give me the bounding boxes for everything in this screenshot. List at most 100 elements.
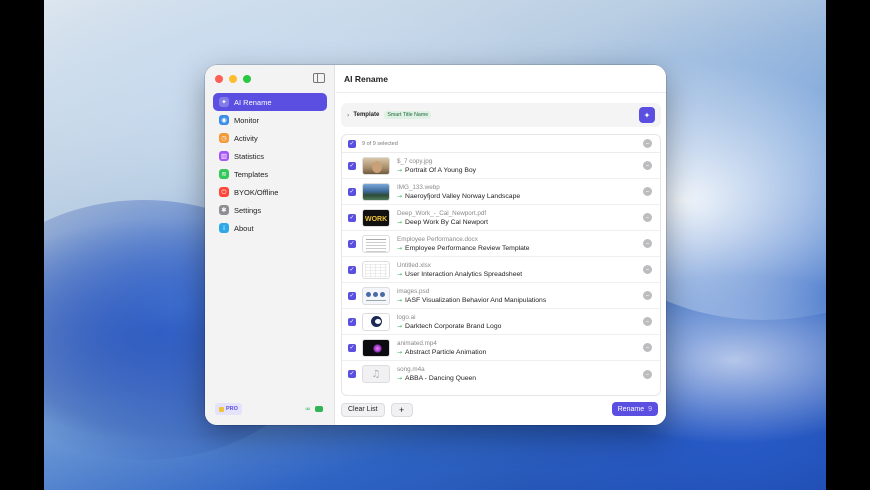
new-filename-label: Deep Work By Cal Newport xyxy=(405,218,489,226)
file-names: Deep_Work_-_Cal_Newport.pdf → Deep Work By… xyxy=(397,210,488,226)
row-checkbox[interactable]: ✓ xyxy=(348,161,356,170)
sidebar-item-settings[interactable]: ✱ Settings xyxy=(213,201,327,219)
sidebar: ✦ AI Rename ◉ Monitor ◷ Activity ▥ Statistics ≋ T… xyxy=(205,65,335,425)
sidebar-item-byok-offline[interactable]: ⏻ BYOK/Offline xyxy=(213,183,327,201)
remove-row-icon[interactable]: – xyxy=(643,291,652,300)
list-item[interactable]: ✓ ♫ song.m4a → ABBA - Dancing Queen – xyxy=(342,361,660,387)
remove-row-icon[interactable]: – xyxy=(643,343,652,352)
sidebar-item-templates[interactable]: ≋ Templates xyxy=(213,165,327,183)
pro-badge-label: PRO xyxy=(226,406,238,412)
file-names: IMG_133.webp → Naeroyfjord Valley Norway L… xyxy=(397,184,520,200)
file-names: images.psd → IASF Visualization Behavior A… xyxy=(397,288,546,304)
list-item[interactable]: ✓ logo.ai → Darktech Corporate Brand Logo – xyxy=(342,309,660,335)
sidebar-toggle-icon[interactable] xyxy=(313,73,325,83)
arrow-right-icon: → xyxy=(397,192,403,200)
new-filename[interactable]: → Darktech Corporate Brand Logo xyxy=(397,323,501,330)
new-filename-label: Naeroyfjord Valley Norway Landscape xyxy=(405,192,521,200)
row-checkbox[interactable]: ✓ xyxy=(348,265,356,274)
new-filename[interactable]: → Naeroyfjord Valley Norway Landscape xyxy=(397,193,520,200)
minimize-button[interactable] xyxy=(229,75,237,83)
clear-list-button[interactable]: Clear List xyxy=(341,402,385,417)
sidebar-item-activity[interactable]: ◷ Activity xyxy=(213,129,327,147)
close-button[interactable] xyxy=(215,75,223,83)
row-checkbox[interactable]: ✓ xyxy=(348,370,356,378)
file-thumbnail xyxy=(362,182,390,201)
new-filename[interactable]: → User Interaction Analytics Spreadsheet xyxy=(397,271,522,278)
new-filename-label: User Interaction Analytics Spreadsheet xyxy=(405,270,523,278)
list-item[interactable]: ✓ animated.mp4 → Abstract Particle Animatio… xyxy=(342,335,660,361)
row-checkbox[interactable]: ✓ xyxy=(348,291,356,300)
add-files-button[interactable]: + xyxy=(390,402,413,417)
sidebar-item-statistics[interactable]: ▥ Statistics xyxy=(213,147,327,165)
remove-all-icon[interactable]: – xyxy=(643,139,652,148)
new-filename-label: Darktech Corporate Brand Logo xyxy=(405,322,502,330)
original-filename: song.m4a xyxy=(397,366,425,373)
file-thumbnail xyxy=(362,338,390,357)
original-filename: Employee Performance.docx xyxy=(397,235,478,243)
list-item[interactable]: ✓ images.psd → IASF Visualization Behavior … xyxy=(342,283,660,309)
arrow-right-icon: → xyxy=(397,296,403,304)
new-filename[interactable]: → IASF Visualization Behavior And Manipul… xyxy=(397,297,546,304)
arrow-right-icon: → xyxy=(397,166,403,174)
remove-row-icon[interactable]: – xyxy=(643,369,652,379)
template-chip[interactable]: Smart Title Name xyxy=(384,111,432,119)
pro-badge[interactable]: PRO xyxy=(215,403,242,415)
file-names: Employee Performance.docx → Employee Perfo… xyxy=(397,236,530,252)
template-label: Template xyxy=(353,112,380,118)
new-filename[interactable]: → Abstract Particle Animation xyxy=(397,349,486,356)
rename-button[interactable]: Rename 9 xyxy=(611,402,658,416)
new-filename[interactable]: → Portrait Of A Young Boy xyxy=(397,167,476,174)
row-checkbox[interactable]: ✓ xyxy=(348,317,356,326)
list-item[interactable]: ✓ Deep_Work_-_Cal_Newport.pdf →Deep Work B… xyxy=(342,205,660,231)
sidebar-item-monitor[interactable]: ◉ Monitor xyxy=(213,111,327,129)
file-names: Untitled.xlsx → User Interaction Analytics… xyxy=(397,262,522,278)
sidebar-nav: ✦ AI Rename ◉ Monitor ◷ Activity ▥ Statistics ≋ T… xyxy=(213,93,327,237)
new-filename[interactable]: → Employee Performance Review Template xyxy=(397,245,530,252)
new-filename[interactable]: → Deep Work By Cal Newport xyxy=(397,219,488,226)
original-filename: Deep_Work_-_Cal_Newport.pdf xyxy=(397,209,487,217)
connection-icon[interactable] xyxy=(314,406,323,412)
row-checkbox[interactable]: ✓ xyxy=(348,239,356,248)
chevron-right-icon[interactable]: › xyxy=(347,112,349,119)
file-thumbnail xyxy=(362,312,390,331)
file-thumbnail xyxy=(362,234,390,253)
list-item[interactable]: ✓ IMG_133.webp → Naeroyfjord Valley Norway … xyxy=(342,179,660,205)
zoom-button[interactable] xyxy=(243,75,251,83)
page-title: AI Rename xyxy=(336,65,666,93)
sidebar-item-ai-rename[interactable]: ✦ AI Rename xyxy=(213,93,327,111)
remove-row-icon[interactable]: – xyxy=(643,265,652,274)
app-window: ✦ AI Rename ◉ Monitor ◷ Activity ▥ Statistics ≋ T… xyxy=(205,65,666,425)
list-item[interactable]: ✓ Employee Performance.docx → Employee Perf… xyxy=(342,231,660,257)
remove-row-icon[interactable]: – xyxy=(643,239,652,248)
new-filename-label: Portrait Of A Young Boy xyxy=(405,166,477,174)
arrow-right-icon: → xyxy=(397,244,403,252)
remove-row-icon[interactable]: – xyxy=(643,187,652,196)
original-filename: IMG_133.webp xyxy=(397,183,440,191)
sparkle-icon: ✦ xyxy=(219,97,229,107)
file-names: animated.mp4 → Abstract Particle Animation xyxy=(397,340,486,356)
row-checkbox[interactable]: ✓ xyxy=(348,213,356,222)
file-thumbnail: ♫ xyxy=(362,365,390,383)
sidebar-item-label: Monitor xyxy=(234,115,260,125)
sidebar-item-label: BYOK/Offline xyxy=(234,187,279,197)
file-thumbnail xyxy=(362,260,390,279)
template-selector[interactable]: › Template Smart Title Name ✦ xyxy=(341,103,661,127)
link-icon[interactable]: ∞ xyxy=(305,405,311,413)
arrow-right-icon: → xyxy=(397,322,403,330)
arrow-right-icon: → xyxy=(397,375,403,382)
magic-wand-button[interactable]: ✦ xyxy=(639,107,655,123)
remove-row-icon[interactable]: – xyxy=(643,317,652,326)
row-checkbox[interactable]: ✓ xyxy=(348,343,356,352)
sidebar-item-about[interactable]: i About xyxy=(213,219,327,237)
remove-row-icon[interactable]: – xyxy=(643,161,652,170)
select-all-checkbox[interactable]: ✓ xyxy=(348,139,356,148)
sparkle-icon: ✦ xyxy=(643,110,651,120)
remove-row-icon[interactable]: – xyxy=(643,213,652,222)
list-item[interactable]: ✓ $_7 copy.jpg → Portrait Of A Young Boy – xyxy=(342,153,660,179)
new-filename[interactable]: → ABBA - Dancing Queen xyxy=(397,375,476,382)
row-checkbox[interactable]: ✓ xyxy=(348,187,356,196)
file-list: ✓ 9 of 9 selected – ✓ $_7 copy.jpg → Portra… xyxy=(341,134,661,396)
info-icon: i xyxy=(219,223,229,233)
list-item[interactable]: ✓ Untitled.xlsx → User Interaction Analytic… xyxy=(342,257,660,283)
new-filename-label: ABBA - Dancing Queen xyxy=(405,375,477,382)
